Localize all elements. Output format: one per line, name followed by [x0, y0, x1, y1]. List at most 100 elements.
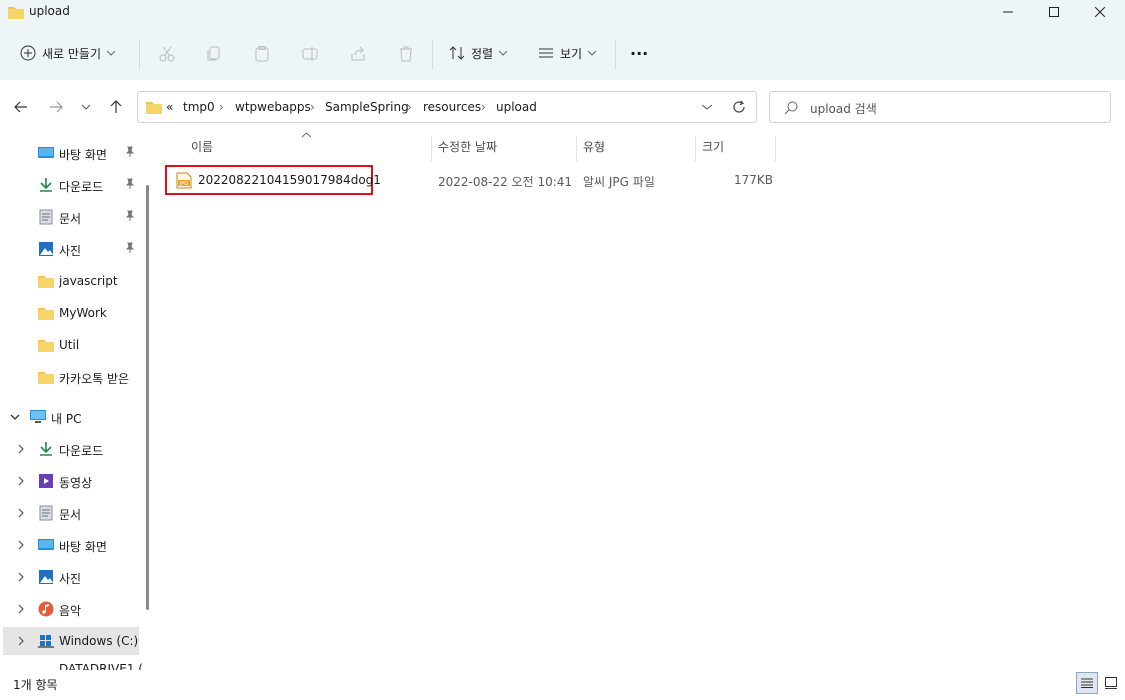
breadcrumb-item[interactable]: resources: [423, 100, 481, 114]
music-icon: [38, 601, 54, 617]
column-header-type[interactable]: 유형: [583, 138, 605, 160]
folder-icon: [8, 5, 24, 19]
sidebar-item-label: DATADRIVE1 (: [59, 662, 143, 670]
sidebar-item-windows-c[interactable]: Windows (C:): [3, 627, 139, 655]
pin-icon[interactable]: [124, 242, 136, 254]
sidebar-item-kakaotalk[interactable]: 카카오톡 받은: [0, 363, 145, 391]
column-divider[interactable]: [431, 136, 432, 162]
share-icon: [351, 46, 365, 61]
sidebar-item-pc-downloads[interactable]: 다운로드: [0, 435, 145, 463]
sort-button[interactable]: 정렬: [449, 36, 508, 70]
chevron-down-icon: [588, 50, 597, 56]
sidebar-item-documents[interactable]: 문서: [0, 203, 145, 231]
pin-icon[interactable]: [124, 178, 136, 190]
view-button[interactable]: 보기: [538, 36, 597, 70]
plus-circle-icon: [20, 45, 36, 61]
recent-locations-button[interactable]: [76, 97, 96, 117]
copy-button[interactable]: [204, 44, 224, 64]
breadcrumb-item[interactable]: SampleSpring: [325, 100, 409, 114]
back-button[interactable]: [11, 97, 31, 117]
minimize-button[interactable]: [985, 0, 1031, 24]
chevron-right-icon[interactable]: [15, 539, 27, 551]
sidebar-item-mywork[interactable]: MyWork: [0, 299, 145, 327]
details-view-button[interactable]: [1076, 672, 1098, 694]
sidebar-item-datadrive[interactable]: DATADRIVE1 (: [0, 659, 145, 670]
breadcrumb-item[interactable]: upload: [496, 100, 537, 114]
chevron-right-icon[interactable]: [15, 443, 27, 455]
column-divider[interactable]: [695, 136, 696, 162]
breadcrumb-overflow[interactable]: «: [166, 100, 173, 114]
sidebar-item-videos[interactable]: 동영상: [0, 467, 145, 495]
column-divider[interactable]: [775, 136, 776, 162]
paste-button[interactable]: [252, 44, 272, 64]
chevron-right-icon[interactable]: [15, 603, 27, 615]
cut-icon: [159, 46, 175, 62]
new-label: 새로 만들기: [42, 46, 102, 61]
rename-button[interactable]: [300, 44, 320, 64]
pin-icon[interactable]: [124, 146, 136, 158]
sidebar-item-label: 바탕 화면: [59, 148, 107, 162]
sidebar-item-pc-desktop[interactable]: 바탕 화면: [0, 531, 145, 559]
chevron-down-icon: [702, 104, 712, 110]
sidebar-item-javascript[interactable]: javascript: [0, 267, 145, 295]
column-header-modified[interactable]: 수정한 날짜: [438, 138, 497, 160]
sidebar-item-label: 사진: [59, 244, 82, 258]
arrow-left-icon: [14, 101, 27, 113]
search-box[interactable]: upload 검색: [769, 91, 1111, 123]
file-name[interactable]: 20220822104159017984dog1: [198, 173, 381, 187]
refresh-button[interactable]: [732, 100, 746, 114]
navigation-bar: « tmp0 › wtpwebapps › SampleSpring › res…: [0, 80, 1125, 130]
breadcrumb-separator-icon: ›: [310, 100, 315, 114]
chevron-right-icon[interactable]: [15, 507, 27, 519]
chevron-down-icon[interactable]: [9, 411, 21, 423]
more-icon: ···: [630, 43, 649, 63]
chevron-right-icon[interactable]: [15, 475, 27, 487]
sidebar-item-this-pc[interactable]: 내 PC: [0, 403, 145, 431]
sort-indicator-icon: [302, 132, 311, 138]
breadcrumb-item[interactable]: tmp0: [183, 100, 215, 114]
arrow-right-icon: [50, 101, 63, 113]
document-icon: [39, 209, 53, 225]
new-button[interactable]: 새로 만들기: [20, 36, 116, 70]
desktop-icon: [38, 147, 54, 158]
column-header-name[interactable]: 이름: [191, 138, 213, 160]
more-options-button[interactable]: ···: [630, 36, 648, 70]
chevron-right-icon[interactable]: [15, 571, 27, 583]
toolbar-divider: [615, 40, 616, 70]
status-item-count: 1개 항목: [13, 678, 58, 692]
sidebar-item-label: 음악: [59, 604, 82, 618]
file-size: 177KB: [734, 173, 774, 187]
maximize-button[interactable]: [1031, 0, 1077, 24]
sidebar-item-desktop[interactable]: 바탕 화면: [0, 139, 145, 167]
sidebar-item-label: Windows (C:): [59, 634, 139, 648]
sidebar-item-util[interactable]: Util: [0, 331, 145, 359]
sidebar-item-downloads[interactable]: 다운로드: [0, 171, 145, 199]
chevron-right-icon[interactable]: [15, 635, 27, 647]
address-bar[interactable]: « tmp0 › wtpwebapps › SampleSpring › res…: [137, 91, 757, 123]
breadcrumb-separator-icon: ›: [219, 100, 224, 114]
column-header-size[interactable]: 크기: [702, 138, 724, 160]
view-list-icon: [539, 48, 553, 58]
close-button[interactable]: [1077, 0, 1123, 24]
sidebar-item-label: 다운로드: [59, 180, 104, 194]
breadcrumb-separator-icon: ›: [481, 100, 486, 114]
sidebar-item-pc-documents[interactable]: 문서: [0, 499, 145, 527]
sidebar-item-pictures[interactable]: 사진: [0, 235, 145, 263]
sidebar-item-music[interactable]: 음악: [0, 595, 145, 623]
minimize-icon: [1003, 11, 1013, 13]
sidebar-item-pc-pictures[interactable]: 사진: [0, 563, 145, 591]
sidebar-item-label: 다운로드: [59, 444, 104, 458]
column-divider[interactable]: [576, 136, 577, 162]
pin-icon[interactable]: [124, 210, 136, 222]
forward-button[interactable]: [46, 97, 66, 117]
delete-button[interactable]: [396, 44, 416, 64]
cut-button[interactable]: [157, 44, 177, 64]
navigation-pane-scrollbar[interactable]: [146, 185, 149, 610]
up-button[interactable]: [106, 97, 126, 117]
picture-icon: [39, 242, 53, 256]
share-button[interactable]: [348, 44, 368, 64]
address-history-button[interactable]: [702, 104, 712, 110]
sidebar-item-label: 사진: [59, 572, 82, 586]
tiles-view-button[interactable]: [1100, 672, 1122, 694]
breadcrumb-item[interactable]: wtpwebapps: [235, 100, 311, 114]
